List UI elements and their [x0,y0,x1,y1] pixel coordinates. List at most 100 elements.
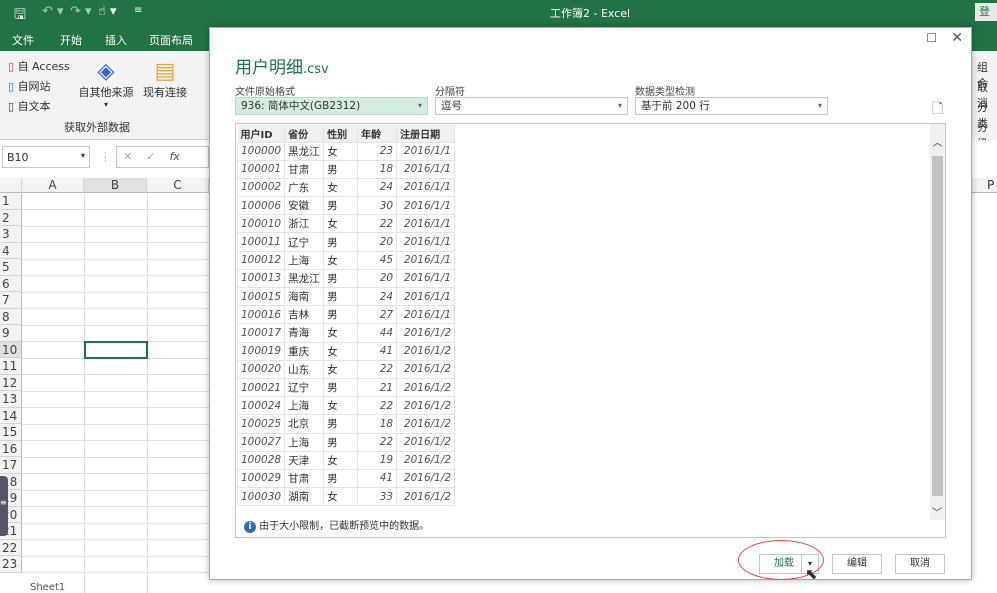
cancel-icon[interactable]: ✕ [123,150,132,163]
row-header[interactable]: 12 [0,374,22,391]
edit-button[interactable]: 编辑 [832,554,882,574]
row-header[interactable]: 17 [0,457,22,474]
customize-icon[interactable]: ≡ [134,5,142,16]
row-header[interactable]: 13 [0,391,22,408]
row-header[interactable]: 10 [0,341,22,358]
scroll-down-icon[interactable]: ﹀ [932,504,942,519]
column-header[interactable]: 年龄 [357,125,398,142]
row-header[interactable]: 5 [0,259,22,276]
row-header[interactable]: 4 [0,242,22,259]
table-cell: 重庆 [284,341,325,361]
origin-label: 文件原始格式 [235,87,295,98]
table-cell: 男 [323,159,359,179]
cancel-button[interactable]: 取消 [895,554,945,574]
row-header[interactable]: 1 [0,193,22,210]
column-header[interactable]: 注册日期 [396,125,456,142]
table-cell: 2016/1/2 [396,414,456,434]
spreadsheet-grid[interactable]: A B C 1 2 3 4 5 6 7 8 9 10 11 12 13 14 15 16 17 18 19 20 21 2… [0,178,209,593]
scrollbar[interactable]: ︿ ﹀ [930,124,945,520]
row-header[interactable]: 11 [0,358,22,375]
detect-select[interactable]: 基于前 200 行 ▾ [635,97,828,115]
fx-icon[interactable]: fx [169,150,179,163]
selected-cell[interactable] [84,341,148,359]
column-header[interactable]: 用户ID [237,125,286,142]
scroll-up-icon[interactable]: ︿ [930,134,945,149]
table-cell: 女 [323,450,359,470]
other-sources-button[interactable]: ◈ 自其他来源 ▾ [78,59,134,109]
row-header[interactable]: 9 [0,325,22,342]
save-icon[interactable]: 🖫 [14,4,26,28]
existing-connections-button[interactable]: ▤ 现有连接 [142,59,188,100]
table-cell: 2016/1/2 [396,377,456,398]
table-row: 100006 安徽男 30 2016/1/1 [236,196,456,216]
row-header[interactable]: 6 [0,275,22,292]
table-row: 100015 海南男 24 2016/1/1 [236,286,456,307]
tab-home[interactable]: 开始 [60,32,82,48]
row-header[interactable]: 7 [0,292,22,309]
truncation-notice: i 由于大小限制，已截断预览中的数据。 [244,517,429,533]
column-header[interactable]: P [972,178,997,193]
maximize-icon[interactable]: ☐ [926,31,937,45]
login-button[interactable]: 登 [975,3,997,21]
table-cell: 100020 [236,359,286,379]
row-header[interactable]: 14 [0,407,22,424]
row-header[interactable]: 15 [0,424,22,441]
side-handle-icon[interactable]: ≡ [0,476,8,536]
touch-mode-icon[interactable]: ☝ ▾ [98,4,117,19]
select-all[interactable] [0,178,22,193]
chevron-down-icon: ▾ [417,101,422,110]
table-cell: 甘肃 [284,159,325,179]
title-bar: 🖫 ↶ ▾ ↷ ▾ ☝ ▾ ≡ 工作簿2 - Excel 登 [0,0,997,27]
row-header[interactable]: 3 [0,226,22,243]
table-cell: 100015 [236,286,286,307]
table-cell: 天津 [284,450,325,470]
close-icon[interactable]: ✕ [951,30,963,46]
table-cell: 24 [357,177,398,198]
row-header[interactable]: 8 [0,308,22,325]
row-header[interactable]: 22 [0,539,22,556]
origin-select[interactable]: 936: 简体中文(GB2312) ▾ [235,97,428,115]
tab-file[interactable]: 文件 [12,32,34,48]
table-cell: 山东 [284,359,325,379]
from-text-button[interactable]: ▯ 自文本 [8,98,51,114]
table-cell: 100002 [236,177,286,198]
row-header[interactable]: 16 [0,440,22,457]
sheet-tab[interactable]: Sheet1 [30,582,65,593]
refresh-file-icon[interactable]: 🗋 [932,98,943,122]
tab-page-layout[interactable]: 页面布局 [149,32,193,48]
undo-icon[interactable]: ↶ ▾ [42,4,64,19]
delimiter-select[interactable]: 逗号 ▾ [435,97,628,115]
table-cell: 浙江 [284,214,325,234]
from-access-button[interactable]: ▯ 自 Access [8,58,70,74]
data-preview: 用户ID 省份 性别 年龄 注册日期 100000 黑龙江女 23 2016/1/1 100001… [235,123,946,538]
scroll-thumb[interactable] [932,156,943,496]
table-cell: 100016 [236,305,286,325]
name-box[interactable]: B10 ▾ [2,146,90,168]
table-cell: 20 [357,232,398,252]
table-cell: 100019 [236,341,286,361]
table-cell: 2016/1/2 [396,359,456,379]
column-header[interactable]: A [22,178,84,193]
column-header[interactable]: C [147,178,209,193]
enter-icon[interactable]: ✓ [146,150,155,163]
column-header[interactable]: 性别 [323,125,359,142]
table-cell: 100017 [236,323,286,343]
text-file-icon: ▯ [8,100,15,113]
row-header[interactable]: 23 [0,556,22,573]
table-cell: 18 [357,414,398,434]
redo-icon[interactable]: ↷ ▾ [70,4,92,19]
table-cell: 女 [323,341,359,361]
table-cell: 100010 [236,214,286,234]
table-cell: 男 [323,232,359,252]
column-header[interactable]: B [84,178,147,193]
tab-insert[interactable]: 插入 [105,32,127,48]
table-cell: 青海 [284,323,325,343]
table-cell: 22 [357,214,398,234]
from-web-button[interactable]: ▯ 自网站 [8,78,51,94]
table-cell: 湖南 [284,487,325,507]
column-header[interactable]: 省份 [284,125,325,142]
table-cell: 女 [323,177,359,198]
row-header[interactable]: 2 [0,209,22,226]
detect-label: 数据类型检测 [635,87,695,98]
table-cell: 2016/1/2 [396,468,456,489]
